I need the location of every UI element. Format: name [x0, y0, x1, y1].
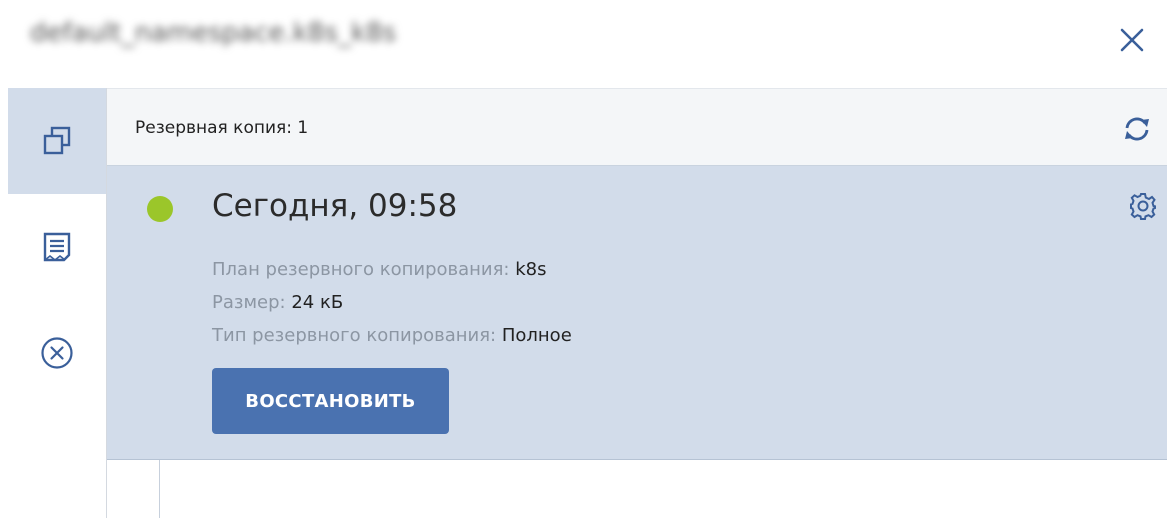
panel-header: Резервная копия: 1 — [107, 88, 1167, 166]
sidebar-item-backups[interactable] — [8, 88, 106, 194]
backup-plan-row: План резервного копирования: k8s — [212, 259, 547, 280]
backup-size-row: Размер: 24 кБ — [212, 292, 343, 313]
close-icon — [1120, 28, 1144, 52]
backup-type-value: Полное — [501, 325, 572, 346]
backup-settings-button[interactable] — [1125, 188, 1161, 224]
backup-size-value: 24 кБ — [291, 292, 344, 313]
backup-date: Сегодня, 09:58 — [212, 188, 458, 224]
restore-button[interactable]: ВОССТАНОВИТЬ — [212, 368, 449, 434]
backup-size-label: Размер: — [212, 292, 286, 313]
cancel-circle-icon — [41, 337, 73, 369]
sidebar — [8, 88, 107, 518]
refresh-button[interactable] — [1119, 111, 1155, 147]
copies-icon — [43, 126, 71, 155]
backups-panel: Резервная копия: 1 Сегодня, 09:58 План р… — [107, 88, 1167, 518]
backup-type-row: Тип резервного копирования: Полное — [212, 325, 572, 346]
refresh-icon — [1125, 117, 1149, 141]
status-dot — [147, 196, 173, 222]
close-button[interactable] — [1110, 18, 1154, 62]
sidebar-item-delete[interactable] — [8, 300, 106, 406]
backup-plan-value: k8s — [515, 259, 547, 280]
sidebar-item-log[interactable] — [8, 194, 106, 300]
backup-item[interactable]: Сегодня, 09:58 План резервного копирован… — [107, 166, 1167, 460]
gear-icon — [1130, 193, 1156, 220]
backup-plan-label: План резервного копирования: — [212, 259, 510, 280]
log-icon — [43, 232, 71, 262]
window-title: default_namespace.k8s_k8s — [30, 18, 397, 48]
backup-count: Резервная копия: 1 — [135, 118, 309, 138]
backup-type-label: Тип резервного копирования: — [212, 325, 497, 346]
